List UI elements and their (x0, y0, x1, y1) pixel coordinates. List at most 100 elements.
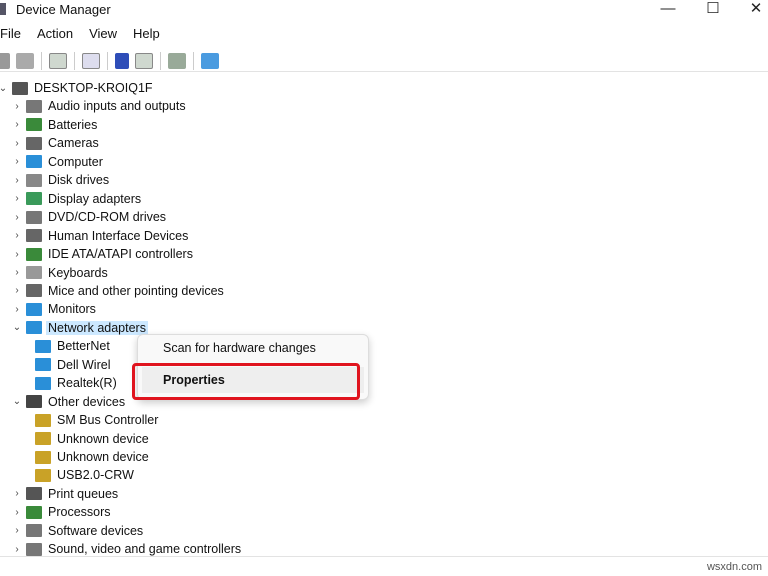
tree-item[interactable]: › Display adapters (12, 190, 143, 208)
menu-item-scan-hardware[interactable]: Scan for hardware changes (142, 335, 364, 361)
tree-child-item[interactable]: Unknown device (31, 430, 151, 448)
tree-item-label: Dell Wirel (57, 357, 111, 372)
forward-icon[interactable] (16, 52, 34, 69)
chevron-down-icon[interactable]: ⌄ (0, 83, 8, 94)
device-category-icon (26, 99, 42, 113)
divider (41, 51, 42, 70)
menu-view[interactable]: View (81, 26, 125, 44)
tree-item-label: Audio inputs and outputs (48, 99, 186, 114)
tree-item[interactable]: › Software devices (12, 522, 145, 540)
close-button[interactable]: ✕ (736, 0, 768, 20)
tree-item[interactable]: › IDE ATA/ATAPI controllers (12, 245, 195, 263)
tree-item[interactable]: › Computer (12, 153, 105, 171)
tree-item[interactable]: › Cameras (12, 134, 101, 152)
tree-item-label: Monitors (48, 302, 96, 317)
window-title: Device Manager (16, 2, 111, 17)
device-category-icon (26, 173, 42, 187)
menu-file[interactable]: File (0, 26, 29, 44)
action-view-icon[interactable] (135, 52, 153, 69)
divider (107, 51, 108, 70)
device-category-icon (26, 136, 42, 150)
tree-item[interactable]: › Human Interface Devices (12, 227, 190, 245)
divider (74, 51, 75, 70)
divider (160, 51, 161, 70)
menu-help[interactable]: Help (125, 26, 168, 44)
tree-child-item[interactable]: Unknown device (31, 448, 151, 466)
chevron-right-icon[interactable]: › (12, 119, 22, 130)
tree-item[interactable]: › Audio inputs and outputs (12, 97, 188, 115)
tree-child-item[interactable]: Dell Wirel (31, 356, 112, 374)
tree-item-label: SM Bus Controller (57, 413, 159, 428)
tree-item-label: Disk drives (48, 173, 110, 188)
tree-item-label: Computer (48, 154, 103, 169)
chevron-right-icon[interactable]: › (12, 525, 22, 536)
tree-item[interactable]: ⌄ Network adapters (12, 319, 148, 337)
chevron-right-icon[interactable]: › (12, 544, 22, 555)
device-category-icon (26, 395, 42, 409)
tree-item[interactable]: › Processors (12, 503, 113, 521)
tree-item[interactable]: › Mice and other pointing devices (12, 282, 226, 300)
menu-bar: File Action View Help (0, 26, 168, 44)
menu-action[interactable]: Action (29, 26, 81, 44)
chevron-down-icon[interactable]: ⌄ (12, 322, 22, 333)
chevron-right-icon[interactable]: › (12, 285, 22, 296)
help-icon[interactable] (115, 52, 129, 69)
device-manager-icon (0, 3, 6, 15)
highlight-box (132, 363, 360, 400)
chevron-right-icon[interactable]: › (12, 175, 22, 186)
chevron-right-icon[interactable]: › (12, 212, 22, 223)
update-driver-icon[interactable] (168, 52, 186, 69)
chevron-right-icon[interactable]: › (12, 193, 22, 204)
chevron-right-icon[interactable]: › (12, 230, 22, 241)
tree-item-label: Software devices (48, 523, 144, 538)
tree-item[interactable]: › Monitors (12, 300, 98, 318)
device-category-icon (26, 155, 42, 169)
tree-item[interactable]: › Keyboards (12, 264, 110, 282)
scan-hardware-icon[interactable] (201, 52, 219, 69)
tree-item[interactable]: › Print queues (12, 485, 120, 503)
device-category-icon (26, 210, 42, 224)
chevron-right-icon[interactable]: › (12, 507, 22, 518)
properties-icon[interactable] (82, 52, 100, 69)
title-bar: Device Manager — ☐ ✕ (0, 0, 768, 20)
back-icon[interactable] (0, 52, 10, 69)
tree-child-item[interactable]: SM Bus Controller (31, 411, 160, 429)
tree-item-label: Unknown device (57, 431, 149, 446)
chevron-right-icon[interactable]: › (12, 267, 22, 278)
chevron-right-icon[interactable]: › (12, 488, 22, 499)
tree-child-item[interactable]: USB2.0-CRW (31, 466, 136, 484)
tree-item-label: Network adapters (46, 320, 148, 335)
device-category-icon (26, 505, 42, 519)
device-category-icon (26, 524, 42, 538)
device-category-icon (35, 468, 51, 482)
status-bar: wsxdn.com (0, 556, 768, 576)
chevron-right-icon[interactable]: › (12, 304, 22, 315)
device-category-icon (26, 321, 42, 335)
show-hide-tree-icon[interactable] (49, 52, 67, 69)
chevron-right-icon[interactable]: › (12, 101, 22, 112)
tree-item-label: Display adapters (48, 191, 142, 206)
chevron-right-icon[interactable]: › (12, 138, 22, 149)
tree-item-label: Mice and other pointing devices (48, 283, 224, 298)
tree-item[interactable]: › DVD/CD-ROM drives (12, 208, 168, 226)
device-category-icon (26, 487, 42, 501)
tree-item-label: Sound, video and game controllers (48, 542, 242, 557)
tree-item[interactable]: ⌄ Other devices (12, 393, 127, 411)
tree-item[interactable]: › Disk drives (12, 171, 111, 189)
tree-item[interactable]: › Batteries (12, 116, 99, 134)
tree-item-label: Batteries (48, 117, 98, 132)
chevron-right-icon[interactable]: › (12, 249, 22, 260)
chevron-right-icon[interactable]: › (12, 156, 22, 167)
tree-item-label: DVD/CD-ROM drives (48, 210, 167, 225)
chevron-down-icon[interactable]: ⌄ (12, 396, 22, 407)
tree-root[interactable]: ⌄ DESKTOP-KROIQ1F (0, 79, 155, 97)
device-category-icon (26, 284, 42, 298)
tree-item-label: Print queues (48, 486, 119, 501)
tree-child-item[interactable]: Realtek(R) (31, 374, 119, 392)
tree-item-label: Realtek(R) (57, 376, 117, 391)
minimize-button[interactable]: — (648, 0, 688, 20)
device-category-icon (26, 302, 42, 316)
maximize-button[interactable]: ☐ (693, 0, 733, 20)
tree-child-item[interactable]: BetterNet (31, 337, 112, 355)
toolbar (0, 50, 768, 72)
